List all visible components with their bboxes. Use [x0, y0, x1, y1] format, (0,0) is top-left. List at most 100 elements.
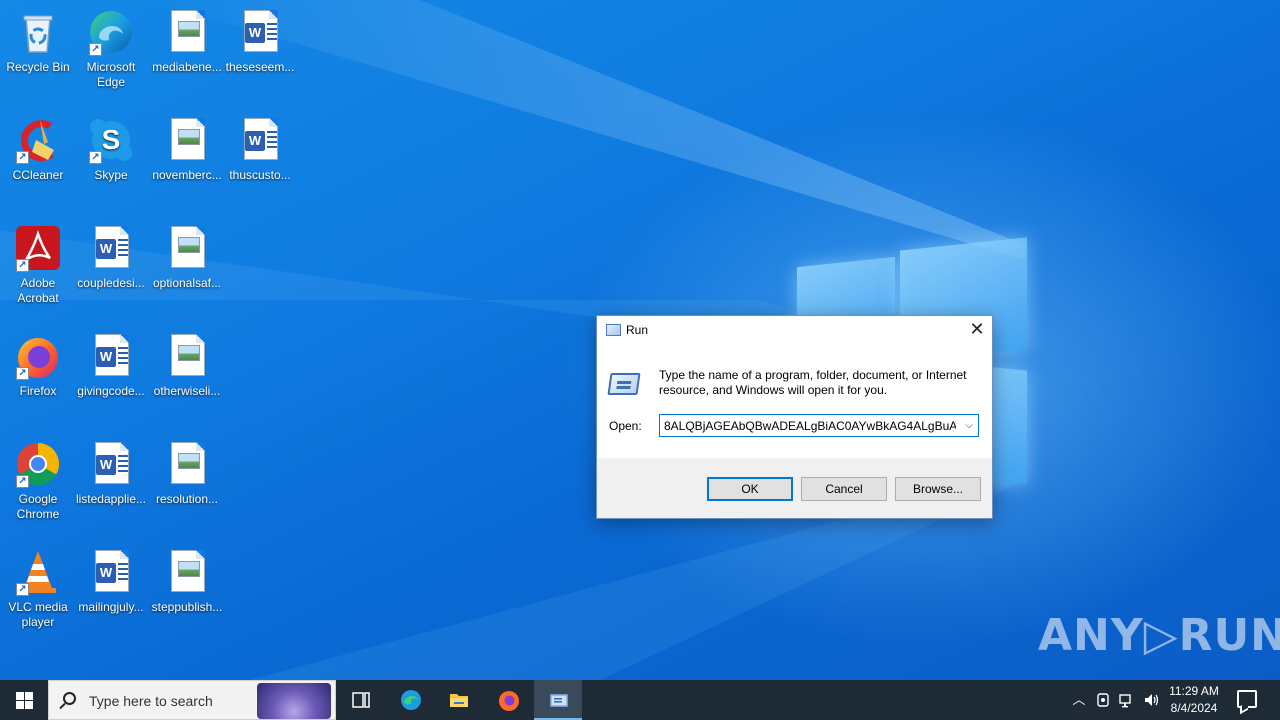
desktop-icon-thuscusto[interactable]: W thuscusto...	[222, 116, 298, 183]
desktop-icon-label: mediabene...	[152, 60, 222, 74]
firefox-icon: ↗	[14, 332, 62, 380]
desktop-icon-label: Adobe Acrobat	[17, 276, 59, 305]
volume-icon[interactable]	[1143, 692, 1159, 708]
search-placeholder: Type here to search	[89, 693, 213, 709]
notification-center-icon[interactable]	[1237, 690, 1257, 708]
desktop-icon-label: otherwiseli...	[153, 384, 221, 398]
chevron-down-icon[interactable]: ⌵	[960, 415, 978, 436]
image-file-icon	[163, 332, 211, 380]
open-input[interactable]	[660, 415, 960, 436]
open-combobox[interactable]: ⌵	[659, 414, 979, 437]
desktop-icon-label: CCleaner	[12, 168, 64, 182]
desktop-icon-label: Firefox	[19, 384, 57, 398]
image-file-icon	[163, 116, 211, 164]
taskbar-firefox[interactable]	[484, 680, 532, 720]
desktop-icon-label: mailingjuly...	[78, 600, 144, 614]
word-doc-icon: W	[87, 224, 135, 272]
firefox-icon	[499, 691, 519, 711]
run-dialog-title: Run	[626, 323, 649, 337]
chrome-icon: ↗	[14, 440, 62, 488]
image-file-icon	[163, 8, 211, 56]
file-explorer-icon	[450, 694, 468, 707]
run-dialog-description: Type the name of a program, folder, docu…	[659, 368, 967, 397]
desktop-icon-listedapplie[interactable]: W listedapplie...	[73, 440, 149, 507]
desktop-icon-recycle-bin[interactable]: Recycle Bin	[0, 8, 76, 75]
clock-time: 11:29 AM	[1169, 684, 1219, 698]
desktop-icon-google-chrome[interactable]: ↗ Google Chrome	[0, 440, 76, 522]
desktop-icon-label: optionalsaf...	[152, 276, 222, 290]
edge-icon	[401, 690, 421, 710]
desktop-icon-label: thuscusto...	[229, 168, 291, 182]
ok-button[interactable]: OK	[707, 477, 793, 501]
shortcut-arrow-icon: ↗	[89, 43, 102, 56]
image-file-icon	[163, 224, 211, 272]
word-doc-icon: W	[236, 8, 284, 56]
taskbar-run[interactable]	[534, 680, 582, 720]
desktop-icon-label: Recycle Bin	[6, 60, 70, 74]
shortcut-arrow-icon: ↗	[89, 151, 102, 164]
search-highlight-image	[257, 683, 331, 719]
desktop-icon-label: Skype	[94, 168, 128, 182]
start-button[interactable]	[0, 680, 48, 720]
desktop-icon-optionalsaf[interactable]: optionalsaf...	[149, 224, 225, 291]
desktop-icon-microsoft-edge[interactable]: ↗ Microsoft Edge	[73, 8, 149, 90]
taskbar-file-explorer[interactable]	[434, 680, 482, 720]
word-doc-icon: W	[87, 332, 135, 380]
run-dialog: Run ✕ Type the name of a program, folder…	[596, 315, 993, 519]
anyrun-watermark: ANY▷RUN	[1038, 610, 1280, 661]
desktop-icon-skype[interactable]: S ↗ Skype	[73, 116, 149, 183]
close-icon[interactable]: ✕	[962, 316, 992, 344]
network-icon[interactable]	[1119, 692, 1135, 708]
desktop-icon-otherwiseli[interactable]: otherwiseli...	[149, 332, 225, 399]
desktop-icon-mailingjuly[interactable]: W mailingjuly...	[73, 548, 149, 615]
show-hidden-icons-chevron-up-icon[interactable]: ︿	[1071, 692, 1087, 708]
desktop-icon-mediabene[interactable]: mediabene...	[149, 8, 225, 75]
image-file-icon	[163, 440, 211, 488]
desktop-icon-label: coupledesi...	[77, 276, 145, 290]
shortcut-arrow-icon: ↗	[16, 367, 29, 380]
word-doc-icon: W	[87, 548, 135, 596]
desktop-icon-label: givingcode...	[77, 384, 145, 398]
shortcut-arrow-icon: ↗	[16, 151, 29, 164]
desktop-icon-resolution[interactable]: resolution...	[149, 440, 225, 507]
edge-icon: ↗	[87, 8, 135, 56]
desktop-icon-vlc[interactable]: ↗ VLC media player	[0, 548, 76, 630]
run-dialog-body: Type the name of a program, folder, docu…	[597, 346, 992, 458]
run-dialog-footer: OK Cancel Browse...	[597, 458, 992, 518]
desktop-icon-steppublish[interactable]: steppublish...	[149, 548, 225, 615]
word-doc-icon: W	[87, 440, 135, 488]
vlc-icon: ↗	[14, 548, 62, 596]
shortcut-arrow-icon: ↗	[16, 583, 29, 596]
taskbar-task-view[interactable]	[336, 680, 384, 720]
desktop-icon-firefox[interactable]: ↗ Firefox	[0, 332, 76, 399]
taskbar-edge[interactable]	[386, 680, 434, 720]
desktop-icon-theseseem[interactable]: W theseseem...	[222, 8, 298, 75]
browse-button[interactable]: Browse...	[895, 477, 981, 501]
run-icon	[550, 694, 568, 707]
cancel-button[interactable]: Cancel	[801, 477, 887, 501]
desktop-icon-ccleaner[interactable]: ↗ CCleaner	[0, 116, 76, 183]
acrobat-icon: ↗	[14, 224, 62, 272]
tray-app-icon[interactable]	[1095, 692, 1111, 708]
shortcut-arrow-icon: ↗	[16, 475, 29, 488]
taskbar-search-box[interactable]: Type here to search	[48, 680, 336, 720]
run-icon	[606, 324, 621, 336]
word-doc-icon: W	[236, 116, 284, 164]
clock-date: 8/4/2024	[1170, 701, 1218, 715]
desktop-icon-label: Google Chrome	[16, 492, 60, 521]
desktop-icon-label: listedapplie...	[75, 492, 147, 506]
svg-text:S: S	[102, 124, 121, 155]
skype-icon: S ↗	[87, 116, 135, 164]
desktop-icon-label: steppublish...	[151, 600, 223, 614]
desktop-icon-givingcode[interactable]: W givingcode...	[73, 332, 149, 399]
desktop-icon-coupledesi[interactable]: W coupledesi...	[73, 224, 149, 291]
recycle-bin-icon	[14, 8, 62, 56]
ccleaner-icon: ↗	[14, 116, 62, 164]
taskbar-clock[interactable]: 11:29 AM 8/4/2024	[1162, 683, 1226, 717]
run-dialog-titlebar[interactable]: Run ✕	[597, 316, 992, 346]
desktop-icon-label: VLC media player	[8, 600, 68, 629]
desktop-icon-novemberc[interactable]: novemberc...	[149, 116, 225, 183]
desktop-icon-adobe-acrobat[interactable]: ↗ Adobe Acrobat	[0, 224, 76, 306]
desktop-icon-label: theseseem...	[225, 60, 295, 74]
desktop-icon-label: novemberc...	[152, 168, 222, 182]
